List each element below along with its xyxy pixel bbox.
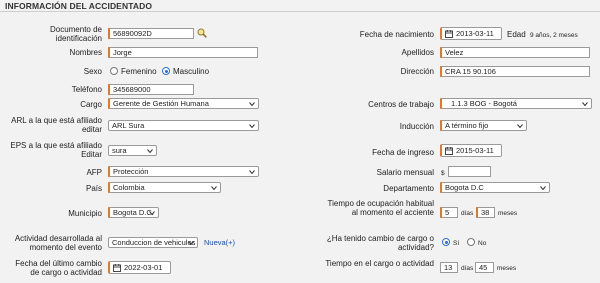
fecha-nacimiento-input[interactable]: 2013-03-11	[440, 27, 502, 40]
chevron-down-icon	[249, 170, 255, 175]
fecha-cambio-value: 2022-03-01	[124, 263, 163, 272]
arl-label: ARL a la que está afiliado editar	[11, 116, 102, 134]
tiempo-ocupacion-dias-label: días	[461, 210, 474, 217]
apellidos-input[interactable]: Velez	[440, 47, 590, 58]
afp-label: AFP	[86, 168, 102, 177]
documento-input[interactable]: 56890092D	[108, 28, 194, 39]
cambio-cargo-si-label: Sí	[453, 240, 460, 247]
tiempo-ocupacion-meses-input[interactable]: 38	[476, 207, 495, 218]
cargo-label: Cargo	[80, 100, 102, 109]
tiempo-cargo-label: Tiempo en el cargo o actividad	[325, 259, 434, 268]
municipio-select[interactable]: Bogota D.C.	[108, 207, 159, 218]
nueva-actividad-link[interactable]: Nueva(+)	[204, 238, 235, 247]
telefono-input[interactable]: 345689000	[108, 84, 194, 95]
tiempo-cargo-dias-input[interactable]: 13	[440, 262, 458, 273]
afp-select-value: Protección	[113, 167, 149, 176]
eps-select-value: sura	[112, 146, 127, 155]
tiempo-ocupacion-label: Tiempo de ocupación habitual al momento …	[327, 199, 434, 217]
fecha-ingreso-input[interactable]: 2015-03-11	[440, 144, 502, 157]
fecha-ingreso-label: Fecha de ingreso	[372, 148, 434, 157]
chevron-down-icon	[149, 211, 155, 216]
edad-label: Edad	[507, 30, 526, 39]
fecha-cambio-input[interactable]: 2022-03-01	[108, 261, 171, 274]
salario-label: Salario mensual	[376, 168, 434, 177]
direccion-label: Dirección	[400, 67, 434, 76]
calendar-icon	[113, 264, 121, 272]
actividad-select[interactable]: Conduccion de vehiculos	[108, 237, 198, 248]
sexo-masculino-label: Masculino	[173, 67, 210, 76]
salario-input[interactable]	[448, 166, 491, 177]
chevron-down-icon	[249, 124, 255, 129]
actividad-label: Actividad desarrollada al momento del ev…	[14, 234, 102, 252]
pais-select-value: Colombia	[113, 183, 145, 192]
centro-trabajo-label: Centros de trabajo	[368, 100, 434, 109]
calendar-icon	[445, 147, 453, 155]
sexo-femenino-radio[interactable]	[110, 67, 118, 75]
chevron-down-icon	[249, 102, 255, 107]
section-header: INFORMACIÓN DEL ACCIDENTADO	[0, 0, 600, 12]
arl-select-value: ARL Sura	[112, 121, 145, 130]
induccion-select[interactable]: A término fijo	[440, 120, 527, 131]
actividad-select-value: Conduccion de vehiculos	[112, 238, 196, 247]
apellidos-label: Apellidos	[401, 48, 434, 57]
chevron-down-icon	[540, 186, 546, 191]
tiempo-ocupacion-meses-label: meses	[498, 210, 518, 217]
tiempo-ocupacion-dias-input[interactable]: 5	[440, 207, 458, 218]
eps-label: EPS a la que está afiliado Editar	[10, 141, 102, 159]
sexo-label: Sexo	[83, 67, 102, 76]
cambio-cargo-si-radio[interactable]	[442, 238, 450, 246]
cambio-cargo-label: ¿Ha tenido cambio de cargo o actividad?	[326, 234, 434, 252]
cambio-cargo-no-label: No	[478, 240, 487, 247]
afp-select[interactable]: Protección	[108, 166, 259, 177]
cargo-select[interactable]: Gerente de Gestión Humana	[108, 98, 259, 109]
induccion-label: Inducción	[399, 122, 434, 131]
chevron-down-icon	[147, 149, 153, 154]
sexo-masculino-radio[interactable]	[162, 67, 170, 75]
departamento-select[interactable]: Bogota D.C	[440, 182, 550, 193]
induccion-select-value: A término fijo	[445, 121, 489, 130]
fecha-nacimiento-label: Fecha de nacimiento	[359, 30, 434, 39]
chevron-down-icon	[188, 241, 194, 246]
calendar-icon	[445, 30, 453, 38]
departamento-label: Departamento	[383, 184, 434, 193]
documento-label: Documento de identificación	[49, 25, 102, 43]
nombres-label: Nombres	[69, 48, 102, 57]
search-icon[interactable]	[197, 28, 207, 38]
chevron-down-icon	[517, 124, 523, 129]
tiempo-cargo-meses-label: meses	[497, 265, 517, 272]
chevron-down-icon	[211, 186, 217, 191]
chevron-down-icon	[582, 102, 588, 107]
pais-label: País	[85, 184, 102, 193]
section-title: INFORMACIÓN DEL ACCIDENTADO	[5, 1, 153, 11]
cambio-cargo-no-radio[interactable]	[467, 238, 475, 246]
nombres-input[interactable]: Jorge	[108, 47, 258, 58]
eps-select[interactable]: sura	[108, 145, 157, 156]
tiempo-cargo-dias-label: días	[461, 265, 474, 272]
municipio-select-value: Bogota D.C.	[113, 208, 154, 217]
centro-trabajo-select[interactable]: 1.1.3 BOG - Bogotá	[440, 98, 592, 109]
municipio-label: Municipio	[68, 209, 102, 218]
fecha-ingreso-value: 2015-03-11	[456, 146, 494, 155]
departamento-select-value: Bogota D.C	[445, 183, 484, 192]
pais-select[interactable]: Colombia	[108, 182, 221, 193]
centro-trabajo-select-value: 1.1.3 BOG - Bogotá	[451, 99, 517, 108]
arl-select[interactable]: ARL Sura	[108, 120, 259, 131]
fecha-nacimiento-value: 2013-03-11	[456, 29, 494, 38]
edad-value: 9 años, 2 meses	[530, 32, 578, 39]
direccion-input[interactable]: CRA 15 90.106	[440, 66, 590, 77]
fecha-cambio-label: Fecha del último cambio de cargo o activ…	[15, 259, 102, 277]
tiempo-cargo-meses-input[interactable]: 45	[475, 262, 494, 273]
cargo-select-value: Gerente de Gestión Humana	[113, 99, 209, 108]
currency-symbol: $	[441, 170, 445, 177]
telefono-label: Teléfono	[71, 85, 102, 94]
sexo-femenino-label: Femenino	[121, 67, 157, 76]
